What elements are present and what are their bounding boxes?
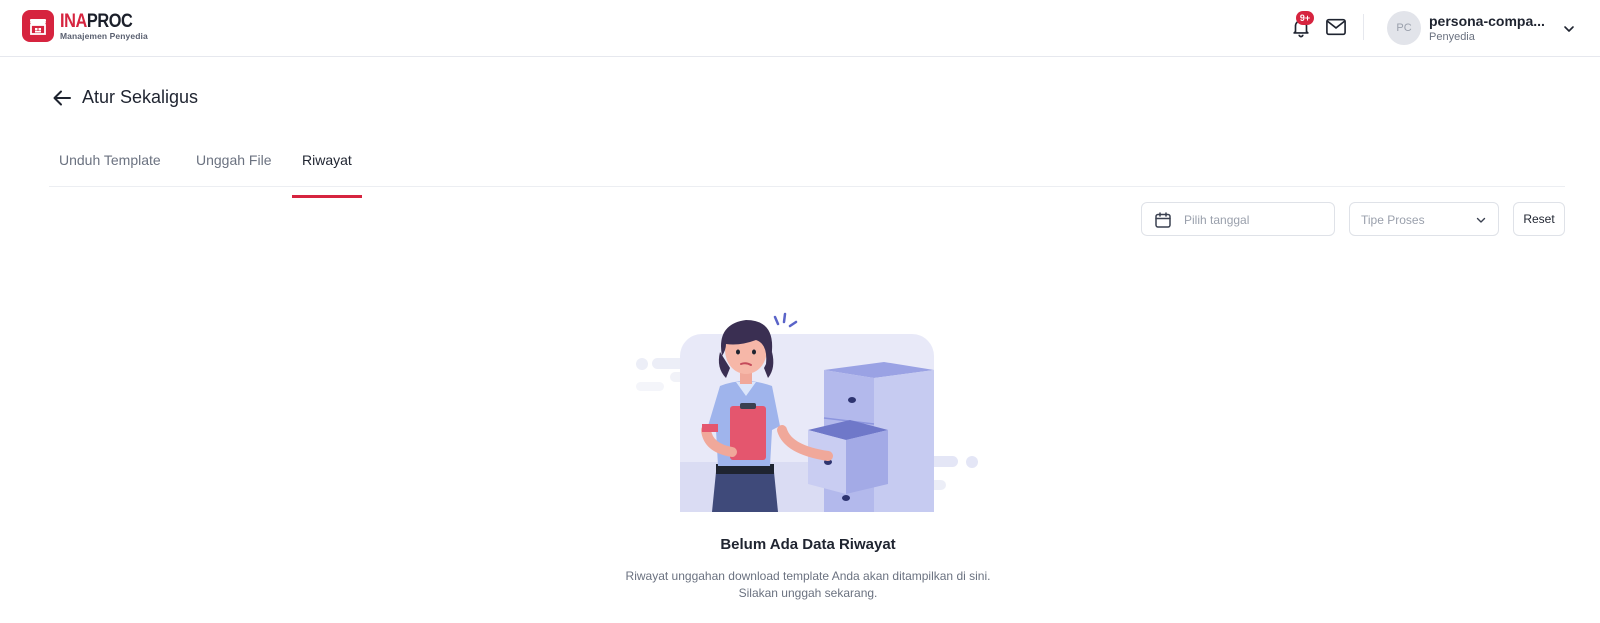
tab-riwayat[interactable]: Riwayat (292, 152, 362, 198)
notification-badge: 9+ (1296, 11, 1314, 25)
tab-unggah-file[interactable]: Unggah File (186, 152, 282, 186)
empty-state-illustration (636, 312, 978, 512)
header-divider (1363, 14, 1364, 40)
chevron-down-icon[interactable] (1562, 22, 1576, 36)
process-type-label: Tipe Proses (1361, 213, 1425, 227)
store-icon (22, 10, 54, 42)
reset-button[interactable]: Reset (1513, 202, 1565, 236)
empty-state-line-1: Riwayat unggahan download template Anda … (625, 569, 991, 583)
user-name[interactable]: persona-compa... (1429, 13, 1545, 29)
user-role: Penyedia (1429, 31, 1475, 43)
tab-bar: Unduh Template Unggah File Riwayat (49, 140, 1565, 198)
process-type-select[interactable]: Tipe Proses (1349, 202, 1499, 236)
empty-state-line-2: Silakan unggah sekarang. (738, 586, 878, 600)
chevron-down-icon (1476, 217, 1486, 223)
brand-subtitle: Manajemen Penyedia (60, 30, 148, 41)
date-picker-field[interactable] (1141, 202, 1335, 236)
tab-unduh-template[interactable]: Unduh Template (49, 152, 171, 186)
brand-name: INAPROC (60, 10, 133, 32)
date-input[interactable] (1184, 210, 1324, 230)
mail-icon[interactable] (1325, 17, 1347, 37)
top-bar: INAPROC Manajemen Penyedia 9+ PC persona… (0, 0, 1600, 57)
inaproc-logo[interactable]: INAPROC Manajemen Penyedia (22, 10, 148, 42)
empty-state-description: Riwayat unggahan download template Anda … (0, 568, 1600, 602)
avatar[interactable]: PC (1387, 11, 1421, 45)
empty-state-title: Belum Ada Data Riwayat (720, 536, 896, 553)
arrow-left-icon[interactable] (51, 87, 73, 109)
calendar-icon (1155, 212, 1171, 228)
page-title: Atur Sekaligus (82, 87, 199, 107)
